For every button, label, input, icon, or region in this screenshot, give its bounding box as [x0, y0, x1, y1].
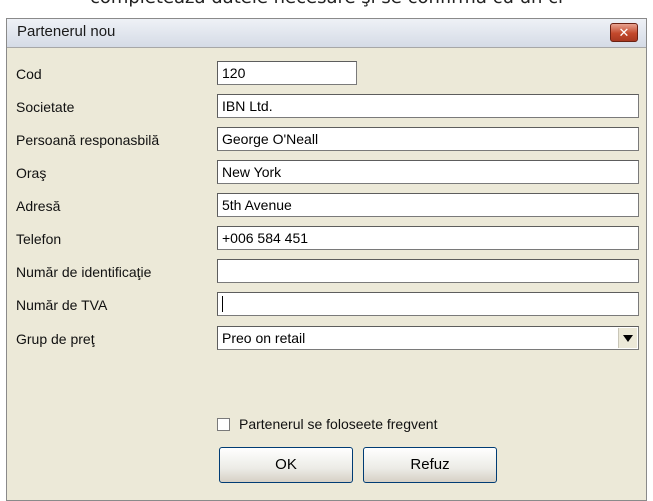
field-row-identificatie: Număr de identificaţie — [7, 257, 648, 286]
frequent-checkbox-label: Partenerul se foloseete fregvent — [239, 416, 438, 432]
telefon-input[interactable]: +006 584 451 — [217, 226, 639, 250]
field-row-persoana: Persoană responasbilă George O'Neall — [7, 125, 648, 154]
tva-input[interactable] — [217, 292, 639, 316]
field-row-cod: Cod 120 — [7, 59, 648, 88]
societate-label: Societate — [16, 99, 75, 115]
grup-pret-selected: Preo on retail — [222, 330, 306, 346]
close-button[interactable]: ✕ — [610, 23, 638, 42]
identificatie-input[interactable] — [217, 259, 639, 283]
field-row-adresa: Adresă 5th Avenue — [7, 191, 648, 220]
cod-label: Cod — [16, 66, 42, 82]
dialog-title: Partenerul nou — [17, 23, 116, 40]
refuz-button[interactable]: Refuz — [363, 447, 497, 483]
identificatie-label: Număr de identificaţie — [16, 264, 152, 280]
field-row-telefon: Telefon +006 584 451 — [7, 224, 648, 253]
background-caption: completează datele necesare şi se confir… — [0, 0, 653, 8]
tva-label: Număr de TVA — [16, 297, 108, 313]
oras-input[interactable]: New York — [217, 160, 639, 184]
ok-button[interactable]: OK — [219, 447, 353, 483]
persoana-label: Persoană responasbilă — [16, 132, 160, 148]
field-row-societate: Societate IBN Ltd. — [7, 92, 648, 121]
chevron-down-icon — [623, 334, 633, 342]
dropdown-button[interactable] — [618, 328, 637, 348]
frequent-checkbox[interactable] — [217, 418, 230, 431]
adresa-label: Adresă — [16, 198, 61, 214]
title-bar[interactable]: Partenerul nou ✕ — [7, 19, 646, 48]
oras-label: Oraş — [16, 165, 47, 181]
field-row-oras: Oraş New York — [7, 158, 648, 187]
field-row-tva: Număr de TVA — [7, 290, 648, 319]
field-row-grup-pret: Grup de preţ Preo on retail — [7, 324, 648, 353]
partner-dialog: Partenerul nou ✕ Cod 120 Societate IBN L… — [6, 18, 647, 501]
grup-pret-label: Grup de preţ — [16, 331, 95, 347]
telefon-label: Telefon — [16, 231, 62, 247]
adresa-input[interactable]: 5th Avenue — [217, 193, 639, 217]
societate-input[interactable]: IBN Ltd. — [217, 94, 639, 118]
cod-input[interactable]: 120 — [217, 61, 357, 85]
close-icon: ✕ — [618, 25, 630, 40]
persoana-input[interactable]: George O'Neall — [217, 127, 639, 151]
text-cursor — [222, 296, 223, 312]
grup-pret-select[interactable]: Preo on retail — [217, 326, 639, 350]
